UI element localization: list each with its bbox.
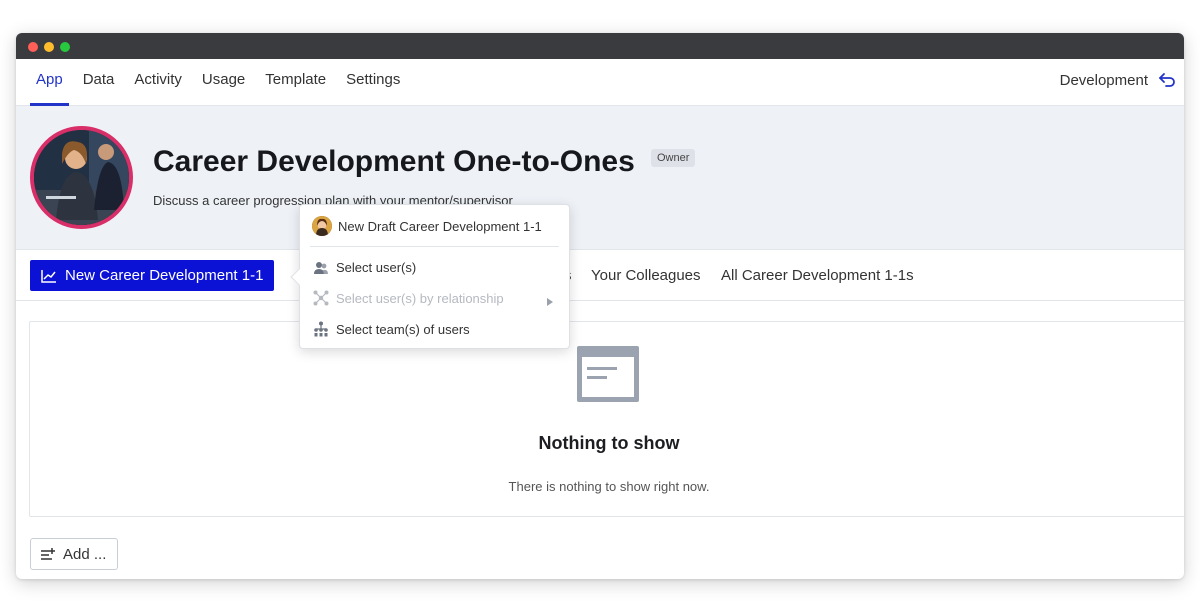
new-record-button[interactable]: New Career Development 1-1	[30, 260, 274, 291]
app-avatar	[30, 126, 133, 229]
users-icon	[312, 261, 330, 275]
tab-settings[interactable]: Settings	[340, 59, 406, 106]
menu-item-label: Select user(s) by relationship	[336, 290, 504, 306]
environment-switcher[interactable]: Development	[1060, 59, 1176, 101]
menu-item-label: Select team(s) of users	[336, 321, 470, 337]
tab-app[interactable]: App	[30, 59, 69, 106]
menu-item-select-users[interactable]: Select user(s)	[312, 260, 416, 275]
empty-state-title: Nothing to show	[538, 433, 680, 453]
add-button[interactable]: Add ...	[30, 538, 118, 570]
menu-item-label: Select user(s)	[336, 260, 417, 275]
action-bar: New Career Development 1-1 s Your Collea…	[16, 250, 1184, 301]
empty-document-icon	[577, 346, 639, 402]
app-header: Career Development One-to-Ones Owner Dis…	[16, 106, 1184, 250]
new-record-label: New Career Development 1-1	[65, 267, 264, 284]
nav-tabs: App Data Activity Usage Template Setting…	[30, 59, 414, 106]
owner-badge: Owner	[651, 149, 696, 167]
top-navbar: App Data Activity Usage Template Setting…	[16, 59, 1184, 106]
maximize-window-button[interactable]	[60, 42, 70, 52]
menu-divider	[310, 246, 559, 247]
tab-usage[interactable]: Usage	[196, 59, 251, 106]
menu-item-select-teams[interactable]: Select team(s) of users	[312, 321, 470, 337]
caret-right-icon	[547, 298, 553, 306]
user-avatar-icon	[312, 216, 332, 236]
relationship-icon	[312, 290, 330, 306]
add-button-label: Add ...	[63, 545, 107, 563]
tab-all-records[interactable]: All Career Development 1-1s	[721, 267, 914, 284]
chart-line-icon	[41, 269, 56, 283]
environment-label: Development	[1059, 71, 1148, 89]
tab-template[interactable]: Template	[259, 59, 332, 106]
list-add-icon	[41, 548, 55, 560]
return-icon[interactable]	[1158, 72, 1176, 88]
page-title: Career Development One-to-Ones	[153, 145, 635, 178]
tab-data[interactable]: Data	[77, 59, 121, 106]
app-window: App Data Activity Usage Template Setting…	[16, 33, 1184, 579]
menu-item-new-draft[interactable]: New Draft Career Development 1-1	[312, 216, 542, 236]
minimize-window-button[interactable]	[44, 42, 54, 52]
menu-item-select-by-relationship: Select user(s) by relationship	[312, 290, 504, 306]
window-titlebar	[16, 33, 1184, 59]
menu-item-label: New Draft Career Development 1-1	[338, 218, 542, 234]
empty-state-text: There is nothing to show right now.	[508, 479, 710, 494]
close-window-button[interactable]	[28, 42, 38, 52]
tab-activity[interactable]: Activity	[128, 59, 188, 106]
team-hierarchy-icon	[312, 321, 330, 337]
new-record-menu: New Draft Career Development 1-1 Select …	[290, 204, 570, 349]
tab-your-colleagues[interactable]: Your Colleagues	[591, 267, 701, 284]
empty-state-panel: Nothing to show There is nothing to show…	[29, 321, 1184, 517]
